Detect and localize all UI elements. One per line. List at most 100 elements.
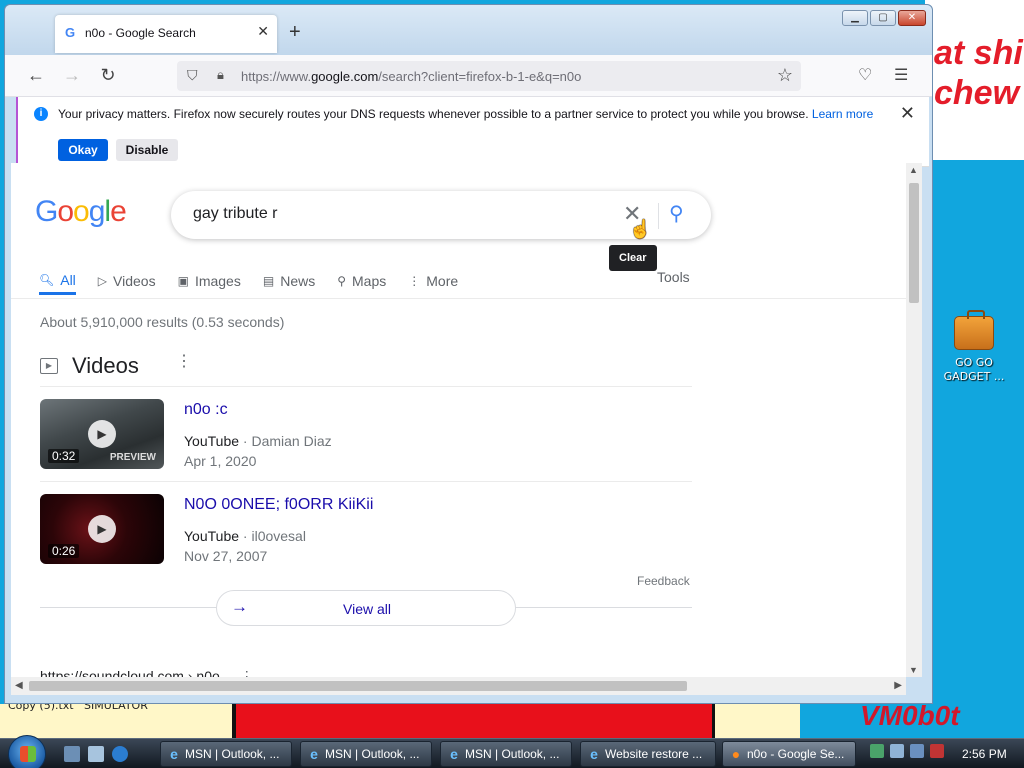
firefox-icon: ● (731, 746, 741, 762)
clock[interactable]: 2:56 PM (962, 747, 1007, 761)
search-tabs: 🔍︎ All ▷ Videos ▣ Images ▤ News ⚲ Maps ⋮ More (39, 267, 480, 297)
feedback-link[interactable]: Feedback (637, 574, 690, 588)
video-date: Nov 27, 2007 (184, 548, 268, 564)
network-icon[interactable] (910, 744, 924, 758)
scroll-down-icon[interactable]: ▼ (909, 665, 918, 675)
taskbar-item[interactable]: e MSN | Outlook, ... (300, 741, 432, 767)
internet-explorer-icon: e (450, 746, 458, 762)
briefcase-icon (954, 310, 994, 350)
tools-button[interactable]: Tools (657, 269, 690, 285)
okay-button[interactable]: Okay (58, 139, 108, 161)
start-button[interactable] (8, 735, 46, 768)
map-pin-icon: ⚲ (337, 274, 347, 288)
disable-button[interactable]: Disable (116, 139, 178, 161)
bookmark-star-icon[interactable]: ☆ (777, 65, 793, 86)
news-icon: ▤ (262, 274, 275, 288)
more-options-icon[interactable]: ⋮ (176, 351, 192, 371)
image-icon: ▣ (177, 274, 189, 288)
google-favicon-icon: G (65, 25, 76, 40)
scroll-left-icon[interactable]: ◀ (15, 680, 23, 691)
vertical-scrollbar[interactable]: ▲ ▼ (906, 163, 922, 677)
scroll-right-icon[interactable]: ▶ (894, 680, 902, 691)
forward-button[interactable]: → (61, 65, 83, 86)
info-icon: i (34, 107, 48, 121)
internet-explorer-icon: e (590, 746, 598, 762)
tab-videos[interactable]: ▷ Videos (98, 267, 156, 295)
close-window-button[interactable]: ✕ (898, 10, 926, 26)
taskbar-item-active[interactable]: ● n0o - Google Se... (722, 741, 856, 767)
tab-maps[interactable]: ⚲ Maps (337, 267, 386, 295)
more-options-icon[interactable]: ⋮ (240, 668, 254, 677)
tab-news[interactable]: ▤ News (263, 267, 315, 295)
result-stats: About 5,910,000 results (0.53 seconds) (40, 314, 285, 330)
tracking-shield-icon[interactable]: ⛉ (187, 67, 198, 84)
tabs-divider (11, 298, 906, 299)
maximize-button[interactable]: ▢ (870, 10, 896, 26)
taskbar-item[interactable]: e MSN | Outlook, ... (160, 741, 292, 767)
view-all-button[interactable]: → View all (216, 590, 516, 626)
video-result[interactable]: ▶ 0:26 N0O 0ONEE; f0ORR KiiKii YouTube ·… (40, 494, 692, 566)
video-duration: 0:32 (48, 449, 80, 463)
lock-icon[interactable]: 🔒︎ (217, 67, 224, 83)
search-icon[interactable]: ⚲ (669, 201, 684, 226)
taskbar-item[interactable]: e Website restore ... (580, 741, 716, 767)
pocket-icon[interactable]: ♡ (858, 65, 872, 85)
internet-explorer-icon: e (310, 746, 318, 762)
hand-cursor-icon: ☝ (629, 219, 652, 239)
tab-images[interactable]: ▣ Images (178, 267, 241, 295)
google-results-page: Google gay tribute r ✕ ⚲ ☝ Clear 🔍︎ All ▷… (11, 163, 906, 677)
search-input[interactable]: gay tribute r (193, 205, 277, 223)
switch-windows-icon[interactable] (88, 746, 104, 762)
internet-explorer-icon: e (170, 746, 178, 762)
tab-title: n0o - Google Search (85, 26, 196, 40)
video-title-link[interactable]: N0O 0ONEE; f0ORR KiiKii (184, 496, 373, 514)
learn-more-link[interactable]: Learn more (812, 107, 873, 121)
desktop-icon-go-go-gadget[interactable]: GO GO GADGET ... (942, 310, 1006, 384)
scroll-up-icon[interactable]: ▲ (909, 165, 918, 175)
video-duration: 0:26 (48, 544, 80, 558)
videos-section-header: ▶ Videos ⋮ (40, 353, 192, 379)
tab-close-icon[interactable]: ✕ (257, 23, 269, 40)
close-notification-icon[interactable]: ✕ (900, 103, 915, 124)
result-divider (40, 481, 692, 482)
browser-tab[interactable]: G n0o - Google Search ✕ (55, 15, 277, 53)
tab-more[interactable]: ⋮ More (408, 267, 458, 295)
more-vert-icon: ⋮ (408, 274, 421, 288)
search-icon: 🔍︎ (39, 272, 55, 287)
taskbar-item[interactable]: e MSN | Outlook, ... (440, 741, 572, 767)
video-source: YouTube · il0ovesal (184, 528, 306, 544)
minimize-button[interactable]: ▁ (842, 10, 868, 26)
wallpaper-panel-cream-2 (712, 704, 800, 738)
wallpaper-panel-red (232, 704, 712, 738)
url-bar[interactable]: ⛉ 🔒︎ https://www.google.com/search?clien… (177, 61, 801, 91)
desktop-icon-label: GO GO GADGET ... (943, 356, 1005, 383)
video-result[interactable]: ▶ 0:32 PREVIEW n0o :c YouTube · Damian D… (40, 399, 692, 471)
video-thumbnail[interactable]: ▶ 0:32 PREVIEW (40, 399, 164, 469)
video-title-link[interactable]: n0o :c (184, 401, 228, 419)
back-button[interactable]: ← (25, 65, 47, 86)
volume-muted-icon[interactable] (930, 744, 944, 758)
url-text[interactable]: https://www.google.com/search?client=fir… (241, 69, 581, 84)
taskbar: e MSN | Outlook, ... e MSN | Outlook, ... … (0, 735, 1024, 768)
horizontal-scrollbar[interactable]: ◀ ▶ (11, 677, 906, 695)
scrollbar-thumb[interactable] (29, 681, 687, 691)
google-logo[interactable]: Google (35, 195, 127, 229)
next-result-url[interactable]: https://soundcloud.com › n0o ⋮ (40, 668, 254, 677)
video-icon: ▷ (97, 274, 108, 288)
preview-label: PREVIEW (109, 452, 156, 463)
play-icon: ▶ (88, 515, 116, 543)
reload-button[interactable]: ↻ (97, 65, 119, 86)
scrollbar-thumb[interactable] (909, 183, 919, 303)
internet-explorer-icon[interactable] (112, 746, 128, 762)
video-thumbnail[interactable]: ▶ 0:26 (40, 494, 164, 564)
tray-app-icon[interactable] (890, 744, 904, 758)
tab-strip: G n0o - Google Search ✕ + ▁ ▢ ✕ (5, 5, 932, 55)
window-controls: ▁ ▢ ✕ (842, 10, 926, 28)
tray-app-icon[interactable] (870, 744, 884, 758)
dns-privacy-notification: i Your privacy matters. Firefox now secu… (16, 97, 929, 167)
show-desktop-icon[interactable] (64, 746, 80, 762)
system-tray (870, 744, 944, 758)
new-tab-button[interactable]: + (289, 21, 301, 44)
tab-all[interactable]: 🔍︎ All (39, 267, 76, 295)
menu-icon[interactable]: ☰ (894, 65, 908, 85)
